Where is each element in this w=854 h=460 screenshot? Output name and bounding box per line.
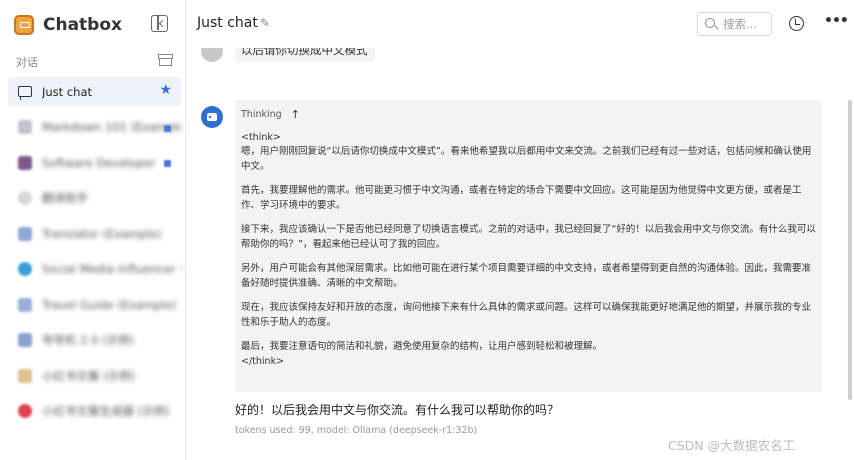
history-icon[interactable] [789,16,804,31]
pin-icon [164,160,171,167]
sidebar-item[interactable]: 小红书文案生成器 (示例) [8,397,181,426]
think-open-tag: <think> [241,132,281,143]
sidebar-item[interactable]: Travel Guide (Example) [8,290,181,319]
star-icon[interactable]: ★ [159,83,172,97]
thinking-label: Thinking [241,108,282,120]
thinking-block: Thinking ↑ <think> 嗯，用户刚刚回复说“以后请你切换成中文模式… [235,100,822,392]
thinking-paragraph: 最后，我要注意语句的简洁和礼貌，避免使用复杂的结构，让用户感到轻松和被理解。 [241,341,603,352]
message-icon [18,86,32,100]
chat-label: Markdown 101 (Example) [42,120,181,134]
avatar-icon [18,333,32,347]
sidebar-item-just-chat[interactable]: Just chat ★ [8,77,181,106]
sidebar-item[interactable]: Markdown 101 (Example) [8,113,181,142]
avatar-icon [18,368,32,383]
avatar-icon [18,226,32,241]
sidebar: Chatbox 对话 Just chat ★ Markdown 101 (Exa… [0,0,186,460]
chat-label: Social Media Influencer (Example) [42,262,181,276]
chat-label: Travel Guide (Example) [42,297,177,312]
thinking-header[interactable]: Thinking ↑ [241,106,816,122]
chat-label: 夸夸机 2.0 (示例) [42,333,135,347]
user-avatar [201,48,223,62]
chat-label: Translator (Example) [42,226,162,241]
section-label: 对话 [16,56,38,69]
chatbox-logo-icon [14,15,34,35]
chat-label: 翻译助手 [42,191,88,205]
edit-title-icon[interactable]: ✎ [260,17,270,29]
image-icon [18,155,32,170]
collapse-sidebar-icon[interactable] [151,15,168,32]
avatar-icon [18,191,32,205]
thinking-paragraph: 嗯，用户刚刚回复说“以后请你切换成中文模式”。看来他希望我以后都用中文来交流。之… [241,146,812,172]
header: Just chat ✎ ••• [187,0,854,48]
conversation-area: 以后请你切换成中文模式 Thinking ↑ <think> 嗯，用户刚刚回复说… [187,48,845,460]
brand: Chatbox [14,12,122,38]
bot-avatar-icon [201,106,223,128]
thinking-paragraph: 首先，我要理解他的需求。他可能更习惯于中文沟通，或者在特定的场合下需要中文回应。… [241,185,802,211]
chat-label: 小红书文案 (示例) [42,368,136,383]
sidebar-item[interactable]: Translator (Example) [8,219,181,248]
sidebar-item[interactable]: Software Developer [8,148,181,177]
avatar-icon [18,297,32,312]
thinking-paragraph: 接下来，我应该确认一下是否他已经同意了切换语言模式。之前的对话中，我已经回复了“… [241,224,816,250]
sidebar-item[interactable]: Social Media Influencer (Example) [8,255,181,284]
search-box[interactable] [697,12,772,36]
sidebar-item[interactable]: 小红书文案 (示例) [8,361,181,390]
pin-icon [164,124,171,132]
thinking-paragraph: 现在，我应该保持友好和开放的态度，询问他接下来有什么具体的需求或问题。这样可以确… [241,302,812,328]
thinking-paragraph: 另外，用户可能会有其他深层需求。比如他可能在进行某个项目需要详细的中文支持，或者… [241,263,812,289]
avatar-icon [18,404,32,418]
collapse-arrow-icon[interactable]: ↑ [291,109,300,120]
assistant-answer: 好的！以后我会用中文与你交流。有什么我可以帮助你的吗？ [235,403,560,417]
chat-label: Software Developer [42,155,156,170]
chat-label: 小红书文案生成器 (示例) [42,404,170,418]
chat-label: Just chat [42,84,93,99]
page-title: Just chat [197,15,258,31]
watermark: CSDN @大数据农名工 [668,438,796,453]
more-options-icon[interactable]: ••• [824,13,849,29]
sidebar-item[interactable]: 翻译助手 [8,184,181,213]
avatar-icon [18,262,32,276]
app-name: Chatbox [43,15,122,35]
search-icon [705,18,715,28]
scrollbar[interactable] [848,100,852,400]
archive-icon[interactable] [158,54,173,66]
search-input[interactable] [723,16,769,32]
think-close-tag: </think> [241,356,285,367]
chat-list: Just chat ★ Markdown 101 (Example) Softw… [8,77,181,432]
token-usage-info: tokens used: 99, model: Ollama (deepseek… [235,425,478,436]
user-message: 以后请你切换成中文模式 [235,48,375,62]
sidebar-item[interactable]: 夸夸机 2.0 (示例) [8,326,181,355]
image-icon [18,120,32,134]
